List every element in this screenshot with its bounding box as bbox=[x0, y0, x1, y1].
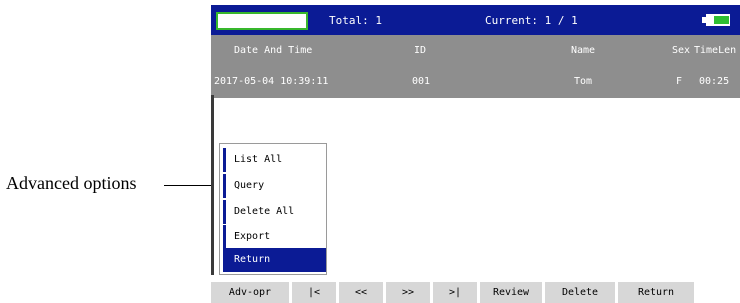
status-bar: Total: 1 Current: 1 / 1 bbox=[211, 5, 740, 35]
menu-item-query[interactable]: Query bbox=[223, 174, 326, 198]
screen-edge bbox=[211, 95, 214, 275]
menu-item-export[interactable]: Export bbox=[223, 225, 326, 249]
menu-item-delete-all[interactable]: Delete All bbox=[223, 200, 326, 224]
menu-item-label: Query bbox=[234, 180, 265, 191]
prev-page-button[interactable]: << bbox=[339, 282, 383, 303]
menu-item-label: Export bbox=[234, 231, 271, 242]
cell-name: Tom bbox=[574, 76, 593, 87]
adv-opr-button[interactable]: Adv-opr bbox=[211, 282, 289, 303]
header-sex: Sex bbox=[672, 45, 691, 56]
menu-item-return[interactable]: Return bbox=[223, 248, 326, 272]
menu-item-label: Delete All bbox=[234, 206, 295, 217]
total-count: Total: 1 bbox=[329, 14, 382, 27]
header-id: ID bbox=[414, 45, 427, 56]
cell-id: 001 bbox=[412, 76, 431, 87]
header-timelen: TimeLen bbox=[694, 45, 737, 56]
callout-leader-line bbox=[164, 185, 211, 186]
advanced-options-menu: List All Query Delete All Export Return bbox=[219, 143, 327, 275]
cell-sex: F bbox=[676, 76, 683, 87]
table-row[interactable]: 2017-05-04 10:39:11 001 Tom F 00:25 bbox=[211, 65, 740, 98]
return-button[interactable]: Return bbox=[618, 282, 694, 303]
menu-item-list-all[interactable]: List All bbox=[223, 148, 326, 172]
battery-icon bbox=[706, 14, 730, 26]
last-page-button[interactable]: >| bbox=[433, 282, 477, 303]
header-date: Date And Time bbox=[234, 45, 313, 56]
header-name: Name bbox=[571, 45, 596, 56]
table-header: Date And Time ID Name Sex TimeLen bbox=[211, 35, 740, 65]
current-position: Current: 1 / 1 bbox=[485, 14, 578, 27]
delete-button[interactable]: Delete bbox=[545, 282, 615, 303]
menu-item-label: Return bbox=[234, 254, 271, 265]
next-page-button[interactable]: >> bbox=[386, 282, 430, 303]
first-page-button[interactable]: |< bbox=[292, 282, 336, 303]
advanced-options-callout: Advanced options bbox=[6, 173, 137, 193]
cell-date: 2017-05-04 10:39:11 bbox=[214, 76, 329, 87]
menu-item-label: List All bbox=[234, 154, 283, 165]
cell-timelen: 00:25 bbox=[699, 76, 730, 87]
review-button[interactable]: Review bbox=[480, 282, 542, 303]
softkey-bar: Adv-opr |< << >> >| Review Delete Return bbox=[211, 282, 740, 303]
status-indicator-box bbox=[216, 12, 308, 30]
battery-level bbox=[714, 16, 729, 24]
